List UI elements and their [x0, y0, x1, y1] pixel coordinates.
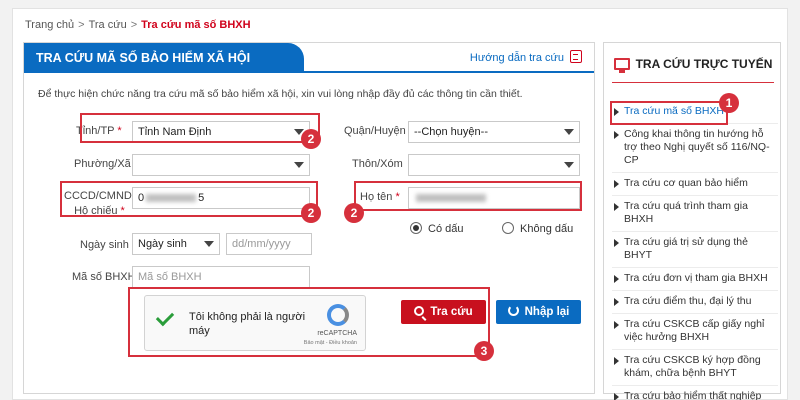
breadcrumb-separator: > [78, 19, 85, 31]
fullname-label: Họ tên * [360, 191, 400, 203]
recaptcha-text: Tôi không phải là người máy [189, 311, 306, 337]
edit-document-icon [570, 50, 582, 63]
dob-type-value: Ngày sinh [138, 238, 187, 250]
radio-selected-icon [410, 222, 422, 234]
reset-button-label: Nhập lại [524, 306, 570, 318]
breadcrumb-parent[interactable]: Tra cứu [89, 19, 127, 31]
ssn-input[interactable]: Mã số BHXH [132, 266, 310, 288]
hamlet-label: Thôn/Xóm [352, 158, 403, 170]
ward-label: Phường/Xã [74, 158, 131, 170]
panel-header: TRA CỨU MÃ SỐ BẢO HIỂM XÃ HỘI Hướng dẫn … [24, 43, 594, 73]
sidebar-list: Tra cứu mã số BHXH Công khai thông tin h… [612, 101, 778, 400]
ssn-placeholder: Mã số BHXH [138, 271, 202, 283]
breadcrumb-separator: > [130, 19, 138, 31]
radio-unselected-icon [502, 222, 514, 234]
sidebar-title: TRA CỨU TRỰC TUYẾN [612, 57, 774, 83]
sidebar-item-resolution-116[interactable]: Công khai thông tin hướng hỗ trợ theo Ng… [612, 124, 778, 173]
id-number-input[interactable]: 05 [132, 187, 310, 209]
chevron-down-icon [564, 129, 574, 135]
district-value: --Chọn huyện-- [414, 126, 488, 138]
hamlet-select[interactable] [408, 154, 580, 176]
sidebar-item-collection-points[interactable]: Tra cứu điểm thu, đại lý thu [612, 291, 778, 314]
recaptcha-logo-icon [327, 304, 349, 326]
radio-without-diacritics-label: Không dấu [520, 223, 574, 235]
search-icon [414, 306, 425, 316]
step-badge-3: 3 [474, 341, 494, 361]
redacted-value [146, 194, 197, 203]
breadcrumb-home[interactable]: Trang chủ [25, 19, 74, 31]
sidebar-item-participation-history[interactable]: Tra cứu quá trình tham gia BHXH [612, 196, 778, 232]
id-number-label: CCCD/CMND/Hộ chiếu * [64, 190, 135, 217]
fullname-input[interactable] [408, 187, 580, 209]
sidebar-item-bhyt-card[interactable]: Tra cứu giá trị sử dụng thẻ BHYT [612, 232, 778, 268]
chevron-down-icon [204, 241, 214, 247]
guide-link-label: Hướng dẫn tra cứu [469, 52, 564, 64]
sidebar-item-insurance-office[interactable]: Tra cứu cơ quan bảo hiểm [612, 173, 778, 196]
online-lookup-sidebar: TRA CỨU TRỰC TUYẾN Tra cứu mã số BHXH Cô… [603, 42, 781, 400]
sidebar-item-sick-leave-facilities[interactable]: Tra cứu CSKCB cấp giấy nghỉ việc hưởng B… [612, 314, 778, 350]
radio-without-diacritics[interactable]: Không dấu [502, 222, 573, 235]
recaptcha-brand: reCAPTCHA [317, 330, 357, 337]
page-container: Trang chủ > Tra cứu > Tra cứu mã số BHXH TRA… [12, 8, 788, 400]
breadcrumb-current: Tra cứu mã số BHXH [141, 19, 251, 31]
recaptcha-links[interactable]: Bảo mật - Điều khoản [304, 340, 357, 346]
chevron-down-icon [294, 162, 304, 168]
district-select[interactable]: --Chọn huyện-- [408, 121, 580, 143]
district-label: Quận/Huyện [344, 125, 406, 137]
radio-with-diacritics-label: Có dấu [428, 223, 464, 235]
ssn-label: Mã số BHXH [72, 271, 136, 283]
refresh-icon [507, 305, 519, 316]
province-select[interactable]: Tỉnh Nam Định [132, 121, 310, 143]
monitor-icon [613, 58, 630, 73]
id-number-value-end: 5 [198, 192, 205, 204]
step-badge-1: 1 [719, 93, 739, 113]
sidebar-item-bhxh-code[interactable]: Tra cứu mã số BHXH [612, 101, 778, 124]
checkmark-icon[interactable] [155, 307, 175, 327]
guide-link[interactable]: Hướng dẫn tra cứu [470, 50, 582, 64]
lookup-panel: TRA CỨU MÃ SỐ BẢO HIỂM XÃ HỘI Hướng dẫn … [23, 42, 595, 394]
intro-text: Để thực hiện chức năng tra cứu mã số bảo… [38, 88, 523, 100]
ward-select[interactable] [132, 154, 310, 176]
dob-placeholder: dd/mm/yyyy [232, 238, 291, 250]
chevron-down-icon [564, 162, 574, 168]
reset-button[interactable]: Nhập lại [496, 300, 581, 324]
id-number-value-start: 0 [138, 192, 145, 204]
dob-label: Ngày sinh [80, 239, 129, 251]
breadcrumb: Trang chủ > Tra cứu > Tra cứu mã số BHXH [25, 19, 251, 31]
step-badge-2: 2 [301, 203, 321, 223]
redacted-value [416, 194, 486, 203]
search-button[interactable]: Tra cứu [401, 300, 486, 324]
sidebar-item-contracted-facilities[interactable]: Tra cứu CSKCB ký hợp đồng khám, chữa bện… [612, 350, 778, 386]
panel-title: TRA CỨU MÃ SỐ BẢO HIỂM XÃ HỘI [24, 43, 304, 73]
sidebar-item-unemployment-insurance[interactable]: Tra cứu bảo hiểm thất nghiệp [612, 386, 778, 400]
dob-type-select[interactable]: Ngày sinh [132, 233, 220, 255]
dob-input[interactable]: dd/mm/yyyy [226, 233, 312, 255]
step-badge-2: 2 [344, 203, 364, 223]
radio-with-diacritics[interactable]: Có dấu [410, 222, 463, 235]
sidebar-item-participating-units[interactable]: Tra cứu đơn vị tham gia BHXH [612, 268, 778, 291]
step-badge-2: 2 [301, 129, 321, 149]
province-label: Tỉnh/TP * [76, 125, 122, 137]
province-value: Tỉnh Nam Định [138, 126, 212, 138]
search-button-label: Tra cứu [430, 306, 473, 318]
recaptcha-widget[interactable]: Tôi không phải là người máy reCAPTCHA Bả… [144, 295, 366, 351]
